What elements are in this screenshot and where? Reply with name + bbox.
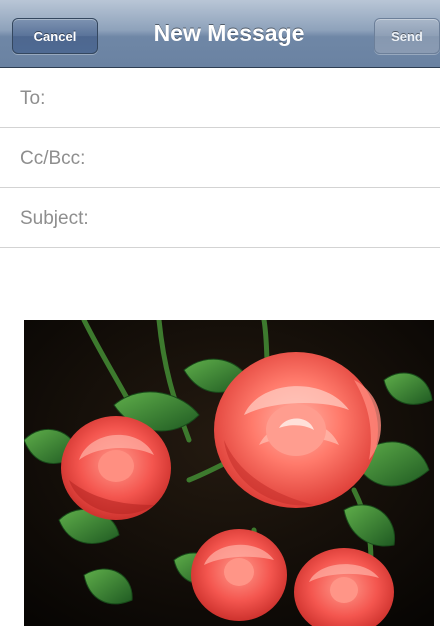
- rose-photo-icon: [24, 320, 434, 626]
- subject-input[interactable]: [88, 189, 440, 248]
- to-input[interactable]: [45, 69, 440, 128]
- cc-bcc-label: Cc/Bcc:: [20, 147, 86, 169]
- subject-field[interactable]: Subject:: [0, 189, 440, 248]
- cancel-button[interactable]: Cancel: [12, 18, 98, 54]
- navigation-bar: Cancel New Message Send: [0, 0, 440, 68]
- message-body[interactable]: [0, 250, 440, 628]
- to-field[interactable]: To:: [0, 69, 440, 128]
- to-label: To:: [20, 87, 46, 109]
- compose-screen: Cancel New Message Send To: Cc/Bcc: Subj…: [0, 0, 440, 628]
- cc-bcc-field[interactable]: Cc/Bcc:: [0, 129, 440, 188]
- page-title: New Message: [153, 20, 305, 46]
- send-button[interactable]: Send: [374, 18, 440, 54]
- cc-bcc-input[interactable]: [85, 129, 440, 188]
- subject-label: Subject:: [20, 207, 89, 229]
- attached-photo[interactable]: [24, 320, 434, 626]
